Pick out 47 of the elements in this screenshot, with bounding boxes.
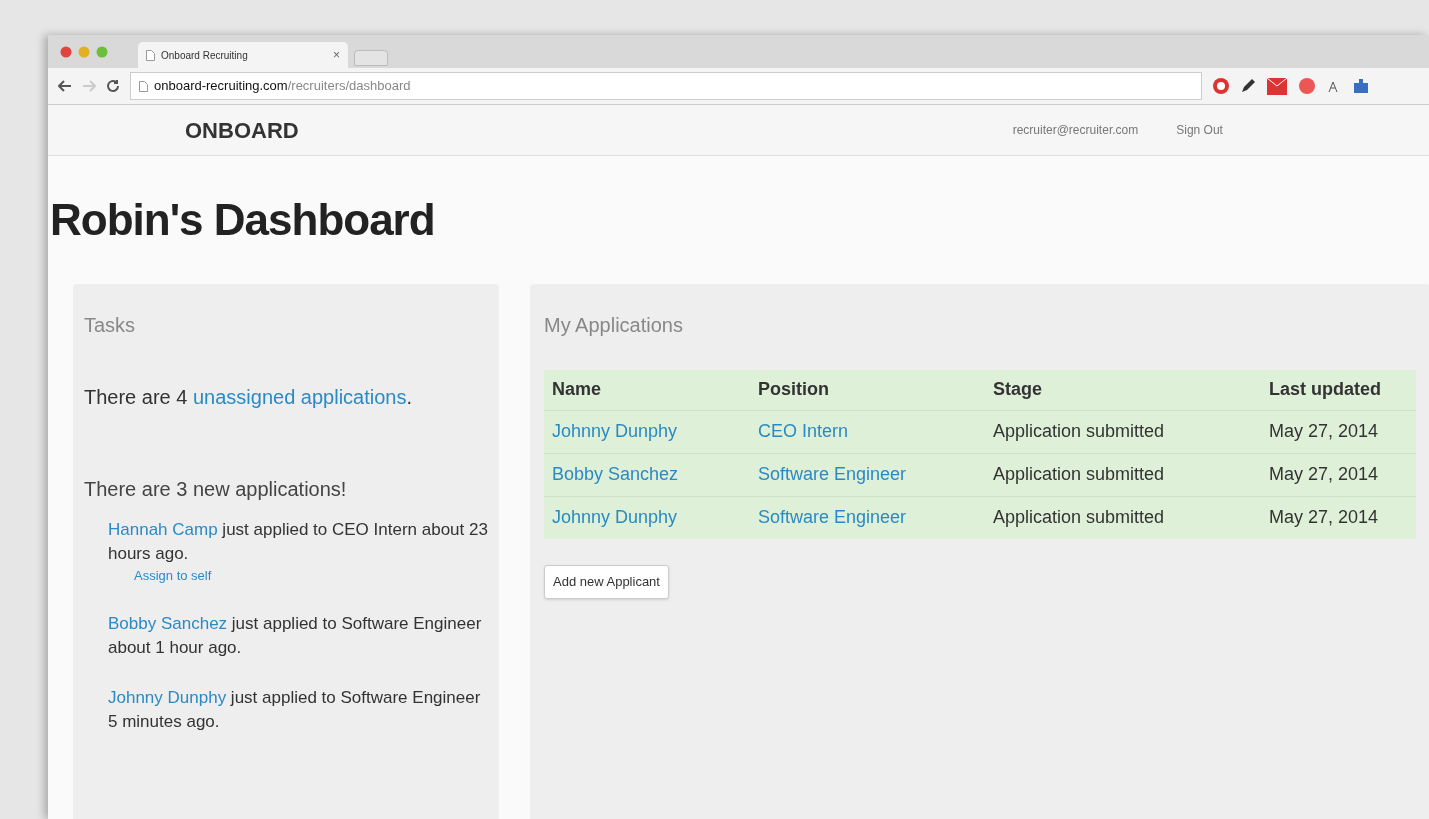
pencil-icon[interactable] xyxy=(1240,78,1256,94)
table-cell: Application submitted xyxy=(985,453,1261,496)
puzzle-icon[interactable] xyxy=(1352,77,1370,95)
mail-icon[interactable] xyxy=(1266,76,1288,96)
tab-title: Onboard Recruiting xyxy=(161,48,249,63)
user-email[interactable]: recruiter@recruiter.com xyxy=(1012,121,1139,139)
position-link[interactable]: Software Engineer xyxy=(750,496,985,539)
applicant-link[interactable]: Johnny Dunphy xyxy=(108,687,227,707)
column-header[interactable]: Last updated xyxy=(1261,370,1416,410)
applicant-link[interactable]: Hannah Camp xyxy=(108,520,218,539)
application-notice: Bobby Sanchez just applied to Software Engineer about 1 hour ago. xyxy=(108,612,483,659)
tab-close-button[interactable]: × xyxy=(333,46,340,64)
table-cell: May 27, 2014 xyxy=(1261,410,1416,453)
position-link[interactable]: CEO Intern xyxy=(750,410,985,453)
column-header[interactable]: Name xyxy=(544,370,750,410)
position-link[interactable]: Software Engineer xyxy=(750,453,985,496)
application-notice: Johnny Dunphy just applied to Software Engineer 5 minutes ago. xyxy=(108,686,482,733)
column-header[interactable]: Stage xyxy=(985,370,1261,410)
url-text: onboard-recruiting.com/recruiters/dashboard xyxy=(154,77,411,96)
table-cell: May 27, 2014 xyxy=(1261,453,1416,496)
close-window-icon[interactable] xyxy=(60,45,72,58)
table-cell: May 27, 2014 xyxy=(1261,496,1416,539)
unassigned-applications-text: There are 4 unassigned applications. xyxy=(84,385,413,410)
add-applicant-button[interactable]: Add new Applicant xyxy=(544,565,669,599)
unassigned-applications-link[interactable]: unassigned applications xyxy=(192,386,407,408)
address-bar[interactable]: onboard-recruiting.com/recruiters/dashboard xyxy=(130,72,1202,100)
applicant-link[interactable]: Bobby Sanchez xyxy=(108,613,228,633)
reload-icon[interactable] xyxy=(106,79,120,93)
brand-logo[interactable]: ONBOARD xyxy=(185,113,299,147)
back-icon[interactable] xyxy=(58,80,72,92)
new-applications-heading: There are 3 new applications! xyxy=(84,477,348,502)
page-icon xyxy=(139,80,148,92)
applicant-link[interactable]: Bobby Sanchez xyxy=(544,453,750,496)
sign-out-link[interactable]: Sign Out xyxy=(1176,121,1223,139)
browser-tab[interactable]: Onboard Recruiting × xyxy=(138,42,348,68)
applicant-link[interactable]: Johnny Dunphy xyxy=(544,410,750,453)
applicant-link[interactable]: Johnny Dunphy xyxy=(544,496,750,539)
stop-sign-icon[interactable] xyxy=(1212,77,1230,95)
page-title: Robin's Dashboard xyxy=(50,194,436,246)
assign-to-self-link[interactable]: Assign to self xyxy=(134,566,212,586)
panel-title: My Applications xyxy=(544,313,684,338)
table-cell: Application submitted xyxy=(985,496,1261,539)
column-header[interactable]: Position xyxy=(750,370,985,410)
panel-title: Tasks xyxy=(84,313,137,338)
page-icon xyxy=(146,49,155,61)
table-cell: Application submitted xyxy=(985,410,1261,453)
application-notice: Hannah Camp just applied to CEO Intern about 23 hours ago. xyxy=(108,519,488,565)
